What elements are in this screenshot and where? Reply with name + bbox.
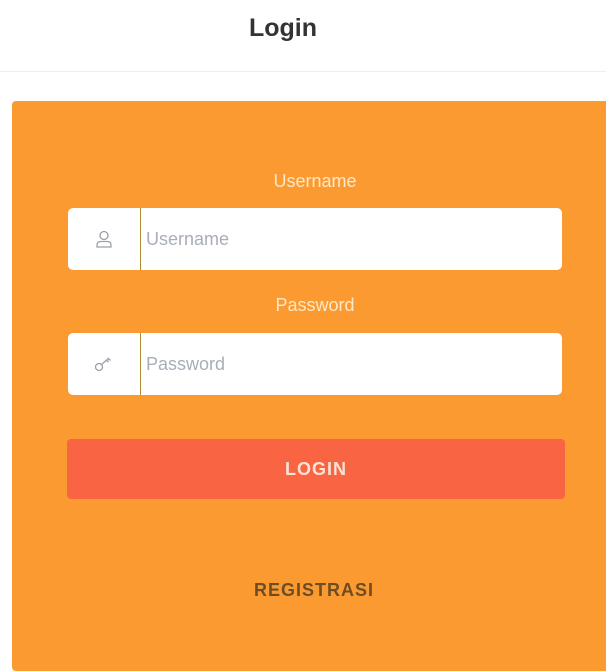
page-title: Login xyxy=(248,14,318,42)
page-header: Login xyxy=(0,0,606,72)
user-icon xyxy=(68,208,140,270)
key-icon xyxy=(68,333,140,395)
password-label: Password xyxy=(275,295,355,315)
password-input[interactable] xyxy=(140,333,562,395)
register-link[interactable]: REGISTRASI xyxy=(0,580,606,601)
username-input-group xyxy=(68,208,562,270)
username-input[interactable] xyxy=(140,208,562,270)
password-input-group xyxy=(68,333,562,395)
username-label: Username xyxy=(273,171,357,191)
login-button[interactable]: LOGIN xyxy=(67,439,565,499)
